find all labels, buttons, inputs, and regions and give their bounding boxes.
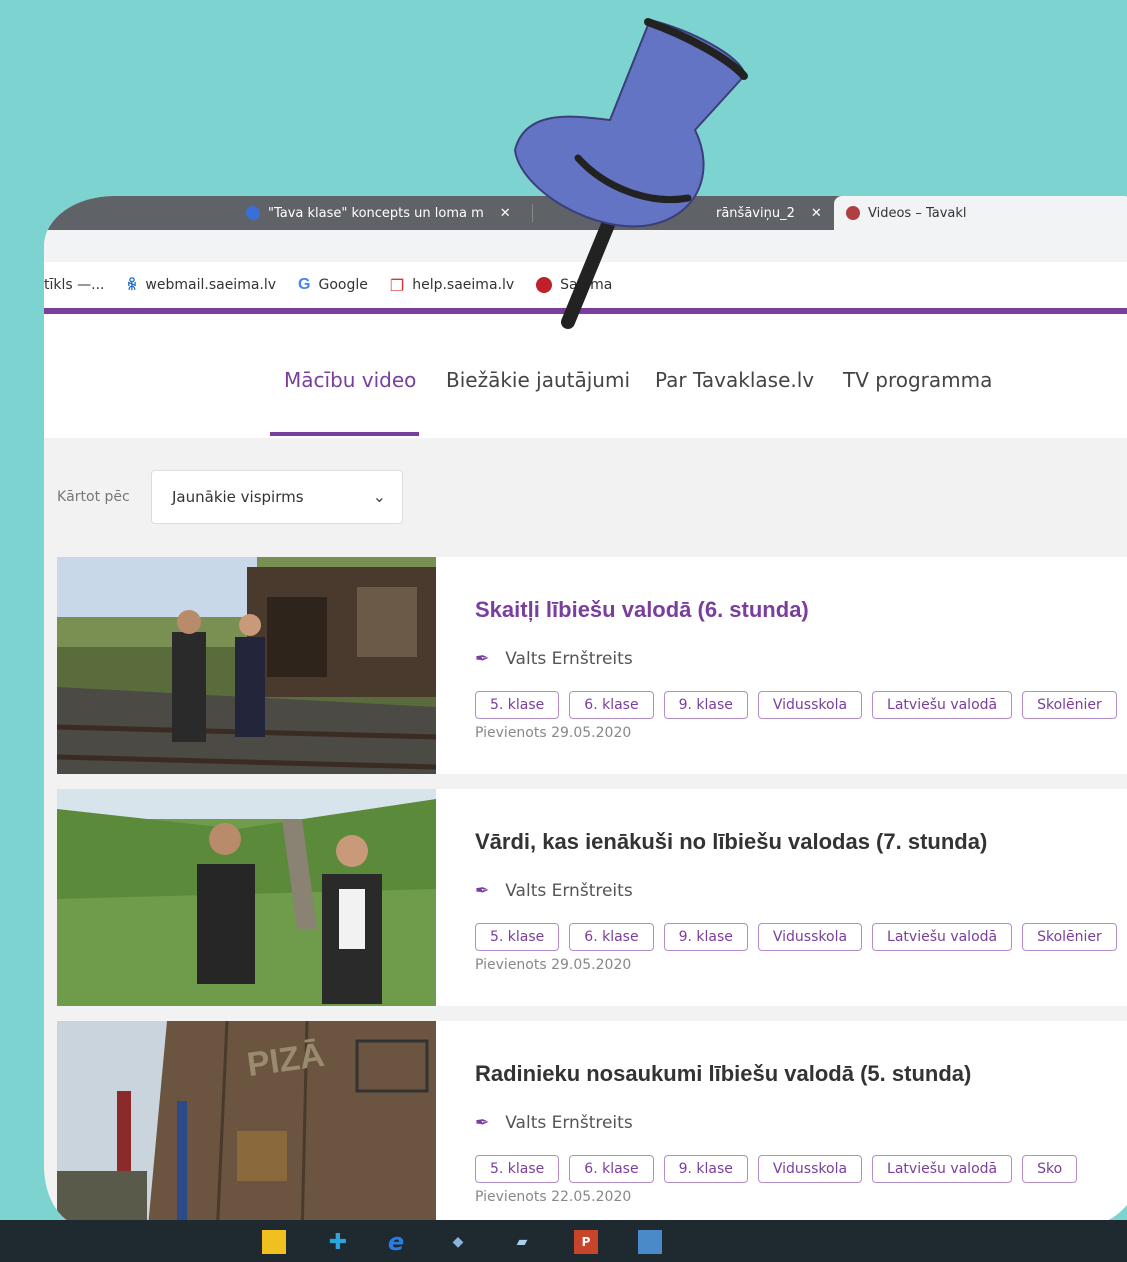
author-name: Valts Ernštreits: [505, 1113, 633, 1133]
quill-icon: ✒: [475, 649, 490, 669]
sticky-notes-icon[interactable]: [262, 1230, 286, 1254]
video-author: ✒ Valts Ernštreits: [475, 1113, 633, 1133]
windows-taskbar: ✚ e ◆ ▰ P: [0, 1220, 1127, 1262]
sort-label: Kārtot pēc: [57, 489, 130, 505]
chevron-down-icon: ⌄: [372, 487, 386, 506]
tag[interactable]: Skolēnier: [1022, 923, 1117, 951]
video-title[interactable]: Radinieku nosaukumi lībiešu valodā (5. s…: [475, 1061, 971, 1087]
nav-item-faq[interactable]: Biežākie jautājumi: [446, 368, 630, 392]
video-card[interactable]: Skaitļi lībiešu valodā (6. stunda) ✒ Val…: [57, 557, 1127, 774]
sort-value: Jaunākie vispirms: [172, 488, 304, 506]
bookmark-help[interactable]: ❐ help.saeima.lv: [390, 276, 514, 295]
sort-select[interactable]: Jaunākie vispirms ⌄: [151, 470, 403, 524]
tag[interactable]: Latviešu valodā: [872, 691, 1013, 719]
bookmark-label: webmail.saeima.lv: [145, 277, 277, 293]
tag[interactable]: 5. klase: [475, 1155, 560, 1183]
video-thumbnail[interactable]: [57, 557, 436, 774]
tag[interactable]: 5. klase: [475, 923, 560, 951]
video-card[interactable]: PIZĀ Radinieku nosaukumi lībiešu valodā …: [57, 1021, 1127, 1226]
video-date: Pievienots 29.05.2020: [475, 957, 632, 973]
tag-list: 5. klase 6. klase 9. klase Vidusskola La…: [475, 1155, 1078, 1183]
tag[interactable]: 6. klase: [569, 691, 654, 719]
nav-item-macibu-video[interactable]: Mācību video: [284, 368, 416, 392]
video-date: Pievienots 22.05.2020: [475, 1189, 632, 1205]
tag[interactable]: Vidusskola: [757, 691, 863, 719]
window-icon: ❐: [389, 275, 405, 295]
tag[interactable]: Sko: [1022, 1155, 1078, 1183]
tab-favicon-icon: [246, 206, 260, 220]
tag[interactable]: 9. klase: [663, 691, 748, 719]
tag[interactable]: Skolēnier: [1022, 691, 1117, 719]
tag[interactable]: Vidusskola: [757, 1155, 863, 1183]
video-date: Pievienots 29.05.2020: [475, 725, 632, 741]
network-icon[interactable]: ✚: [326, 1230, 350, 1255]
tag[interactable]: 6. klase: [569, 923, 654, 951]
browser-tab-active[interactable]: Videos – Tavakl: [834, 196, 1127, 230]
bookmark-label: help.saeima.lv: [412, 277, 515, 293]
tag[interactable]: Latviešu valodā: [872, 923, 1013, 951]
tag[interactable]: Vidusskola: [757, 923, 863, 951]
bookmark-item[interactable]: tīkls —...: [44, 277, 104, 293]
tab-favicon-icon: [846, 206, 860, 220]
browser-tab-1[interactable]: "Tava klase" koncepts un loma m ✕: [234, 196, 523, 230]
video-thumbnail[interactable]: [57, 789, 436, 1006]
nav-item-tv-program[interactable]: TV programma: [843, 368, 992, 392]
quill-icon: ✒: [475, 1113, 490, 1133]
notes-app-icon[interactable]: ▰: [510, 1230, 534, 1254]
google-icon: G: [298, 276, 311, 293]
author-name: Valts Ernštreits: [505, 881, 633, 901]
bookmark-google[interactable]: G Google: [298, 276, 368, 294]
tag-list: 5. klase 6. klase 9. klase Vidusskola La…: [475, 691, 1117, 719]
bookmark-label: tīkls —...: [44, 277, 105, 293]
screenshot-card: "Tava klase" koncepts un loma m ✕ rānšāv…: [44, 196, 1127, 1226]
tab-label: "Tava klase" koncepts un loma m: [268, 205, 484, 221]
powerpoint-icon[interactable]: P: [574, 1230, 598, 1254]
tag[interactable]: Latviešu valodā: [872, 1155, 1013, 1183]
video-thumbnail[interactable]: PIZĀ: [57, 1021, 436, 1226]
nav-active-underline: [270, 432, 419, 436]
photos-icon[interactable]: [638, 1230, 662, 1254]
video-title[interactable]: Skaitļi lībiešu valodā (6. stunda): [475, 597, 809, 623]
author-name: Valts Ernštreits: [505, 649, 633, 669]
tag[interactable]: 5. klase: [475, 691, 560, 719]
video-title[interactable]: Vārdi, kas ienākuši no lībiešu valodas (…: [475, 829, 987, 855]
tag[interactable]: 9. klase: [663, 1155, 748, 1183]
app-icon[interactable]: ◆: [446, 1230, 470, 1254]
main-nav: Mācību video Biežākie jautājumi Par Tava…: [44, 314, 1127, 438]
tag-list: 5. klase 6. klase 9. klase Vidusskola La…: [475, 923, 1117, 951]
nav-item-about[interactable]: Par Tavaklase.lv: [655, 368, 814, 392]
video-card[interactable]: Vārdi, kas ienākuši no lībiešu valodas (…: [57, 789, 1127, 1006]
internet-explorer-icon[interactable]: e: [384, 1228, 408, 1256]
quill-icon: ✒: [475, 881, 490, 901]
push-pin-icon: [513, 18, 748, 329]
tag[interactable]: 9. klase: [663, 923, 748, 951]
video-author: ✒ Valts Ernštreits: [475, 881, 633, 901]
bookmark-webmail[interactable]: ꆜ webmail.saeima.lv: [126, 276, 276, 294]
tab-label: Videos – Tavakl: [868, 205, 967, 221]
people-icon: ꆜ: [126, 278, 138, 294]
tab-close-icon[interactable]: ✕: [811, 206, 822, 221]
video-author: ✒ Valts Ernštreits: [475, 649, 633, 669]
bookmark-label: Google: [318, 277, 368, 293]
tag[interactable]: 6. klase: [569, 1155, 654, 1183]
